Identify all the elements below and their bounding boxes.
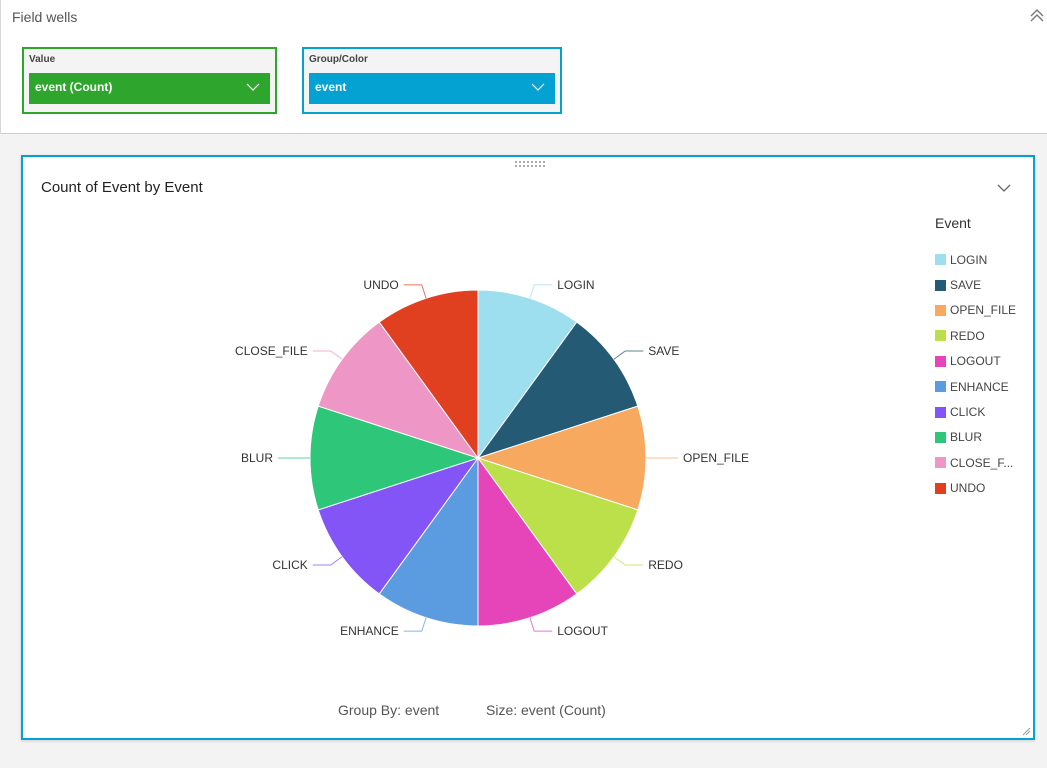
leader-line-close-file xyxy=(312,350,343,360)
group-color-well-label: Group/Color xyxy=(309,54,368,65)
leader-line-logout xyxy=(529,617,553,632)
legend-label: SAVE xyxy=(950,278,982,293)
visual-card[interactable]: Count of Event by Event LOGIN SAVE OPEN_FI… xyxy=(21,155,1035,740)
data-label-logout: LOGOUT xyxy=(557,624,608,638)
data-label-login: LOGIN xyxy=(557,278,594,292)
legend-label: BLUR xyxy=(950,430,983,445)
legend-title: Event xyxy=(935,215,971,231)
legend-swatch xyxy=(935,431,946,443)
legend-item-login[interactable]: LOGIN xyxy=(935,247,1035,272)
field-wells-title: Field wells xyxy=(12,9,78,25)
pie-chart: LOGIN SAVE OPEN_FILE REDO LOGOUT ENHANCE CLICK… xyxy=(235,278,749,638)
data-label-enhance: ENHANCE xyxy=(340,624,399,638)
legend-item-close-file[interactable]: CLOSE_F... xyxy=(935,450,1035,475)
value-field-dropdown[interactable]: event (Count) xyxy=(29,73,270,104)
leader-line-login xyxy=(529,284,553,299)
group-color-well: Group/Color event xyxy=(302,47,562,114)
legend-swatch xyxy=(935,279,946,291)
data-label-undo: UNDO xyxy=(363,278,398,292)
leader-line-click xyxy=(312,556,343,566)
legend-swatch xyxy=(935,355,946,367)
group-by-label: Group By: event xyxy=(338,702,440,718)
legend-label: CLICK xyxy=(950,405,986,420)
legend-swatch xyxy=(935,304,946,316)
data-label-click: CLICK xyxy=(272,558,307,572)
data-label-save: SAVE xyxy=(648,344,679,358)
group-color-field-dropdown[interactable]: event xyxy=(309,73,555,104)
leader-line-redo xyxy=(613,556,644,566)
data-label-open-file: OPEN_FILE xyxy=(683,451,749,465)
size-label: Size: event (Count) xyxy=(486,702,606,718)
data-label-blur: BLUR xyxy=(241,451,273,465)
legend-swatch xyxy=(935,406,946,418)
legend-item-open-file[interactable]: OPEN_FILE xyxy=(935,298,1035,323)
value-well-label: Value xyxy=(29,54,56,65)
legend-swatch xyxy=(935,254,946,266)
legend-swatch xyxy=(935,330,946,342)
legend-label: LOGOUT xyxy=(950,354,1001,369)
legend-item-redo[interactable]: REDO xyxy=(935,323,1035,348)
legend-item-click[interactable]: CLICK xyxy=(935,399,1035,424)
legend-item-save[interactable]: SAVE xyxy=(935,272,1035,297)
legend: Event LOGIN SAVE OPEN_FILE REDO LOGOUT ENHANC… xyxy=(935,215,1035,501)
field-wells-panel: Field wells Value event (Count) Group/Co… xyxy=(0,0,1047,134)
chevron-down-icon xyxy=(531,83,545,91)
leader-line-save xyxy=(613,350,644,360)
legend-item-logout[interactable]: LOGOUT xyxy=(935,349,1035,374)
legend-label: LOGIN xyxy=(950,252,988,267)
value-field-text: event (Count) xyxy=(35,80,113,94)
leader-line-enhance xyxy=(403,617,427,632)
value-well: Value event (Count) xyxy=(22,47,277,114)
legend-item-blur[interactable]: BLUR xyxy=(935,425,1035,450)
legend-label: UNDO xyxy=(950,481,986,496)
legend-label: REDO xyxy=(950,328,985,343)
data-label-redo: REDO xyxy=(648,558,683,572)
resize-handle-icon[interactable] xyxy=(1021,726,1031,736)
legend-swatch xyxy=(935,482,946,494)
legend-swatch xyxy=(935,457,946,469)
legend-label: OPEN_FILE xyxy=(950,303,1017,318)
chevron-down-icon xyxy=(246,83,260,91)
legend-item-enhance[interactable]: ENHANCE xyxy=(935,374,1035,399)
legend-item-undo[interactable]: UNDO xyxy=(935,476,1035,501)
leader-line-undo xyxy=(403,284,427,299)
legend-label: ENHANCE xyxy=(950,379,1009,394)
legend-label: CLOSE_F... xyxy=(950,455,1014,470)
group-color-field-text: event xyxy=(315,80,347,94)
collapse-icon[interactable] xyxy=(1029,8,1045,24)
legend-swatch xyxy=(935,381,946,393)
data-label-close-file: CLOSE_FILE xyxy=(235,344,308,358)
